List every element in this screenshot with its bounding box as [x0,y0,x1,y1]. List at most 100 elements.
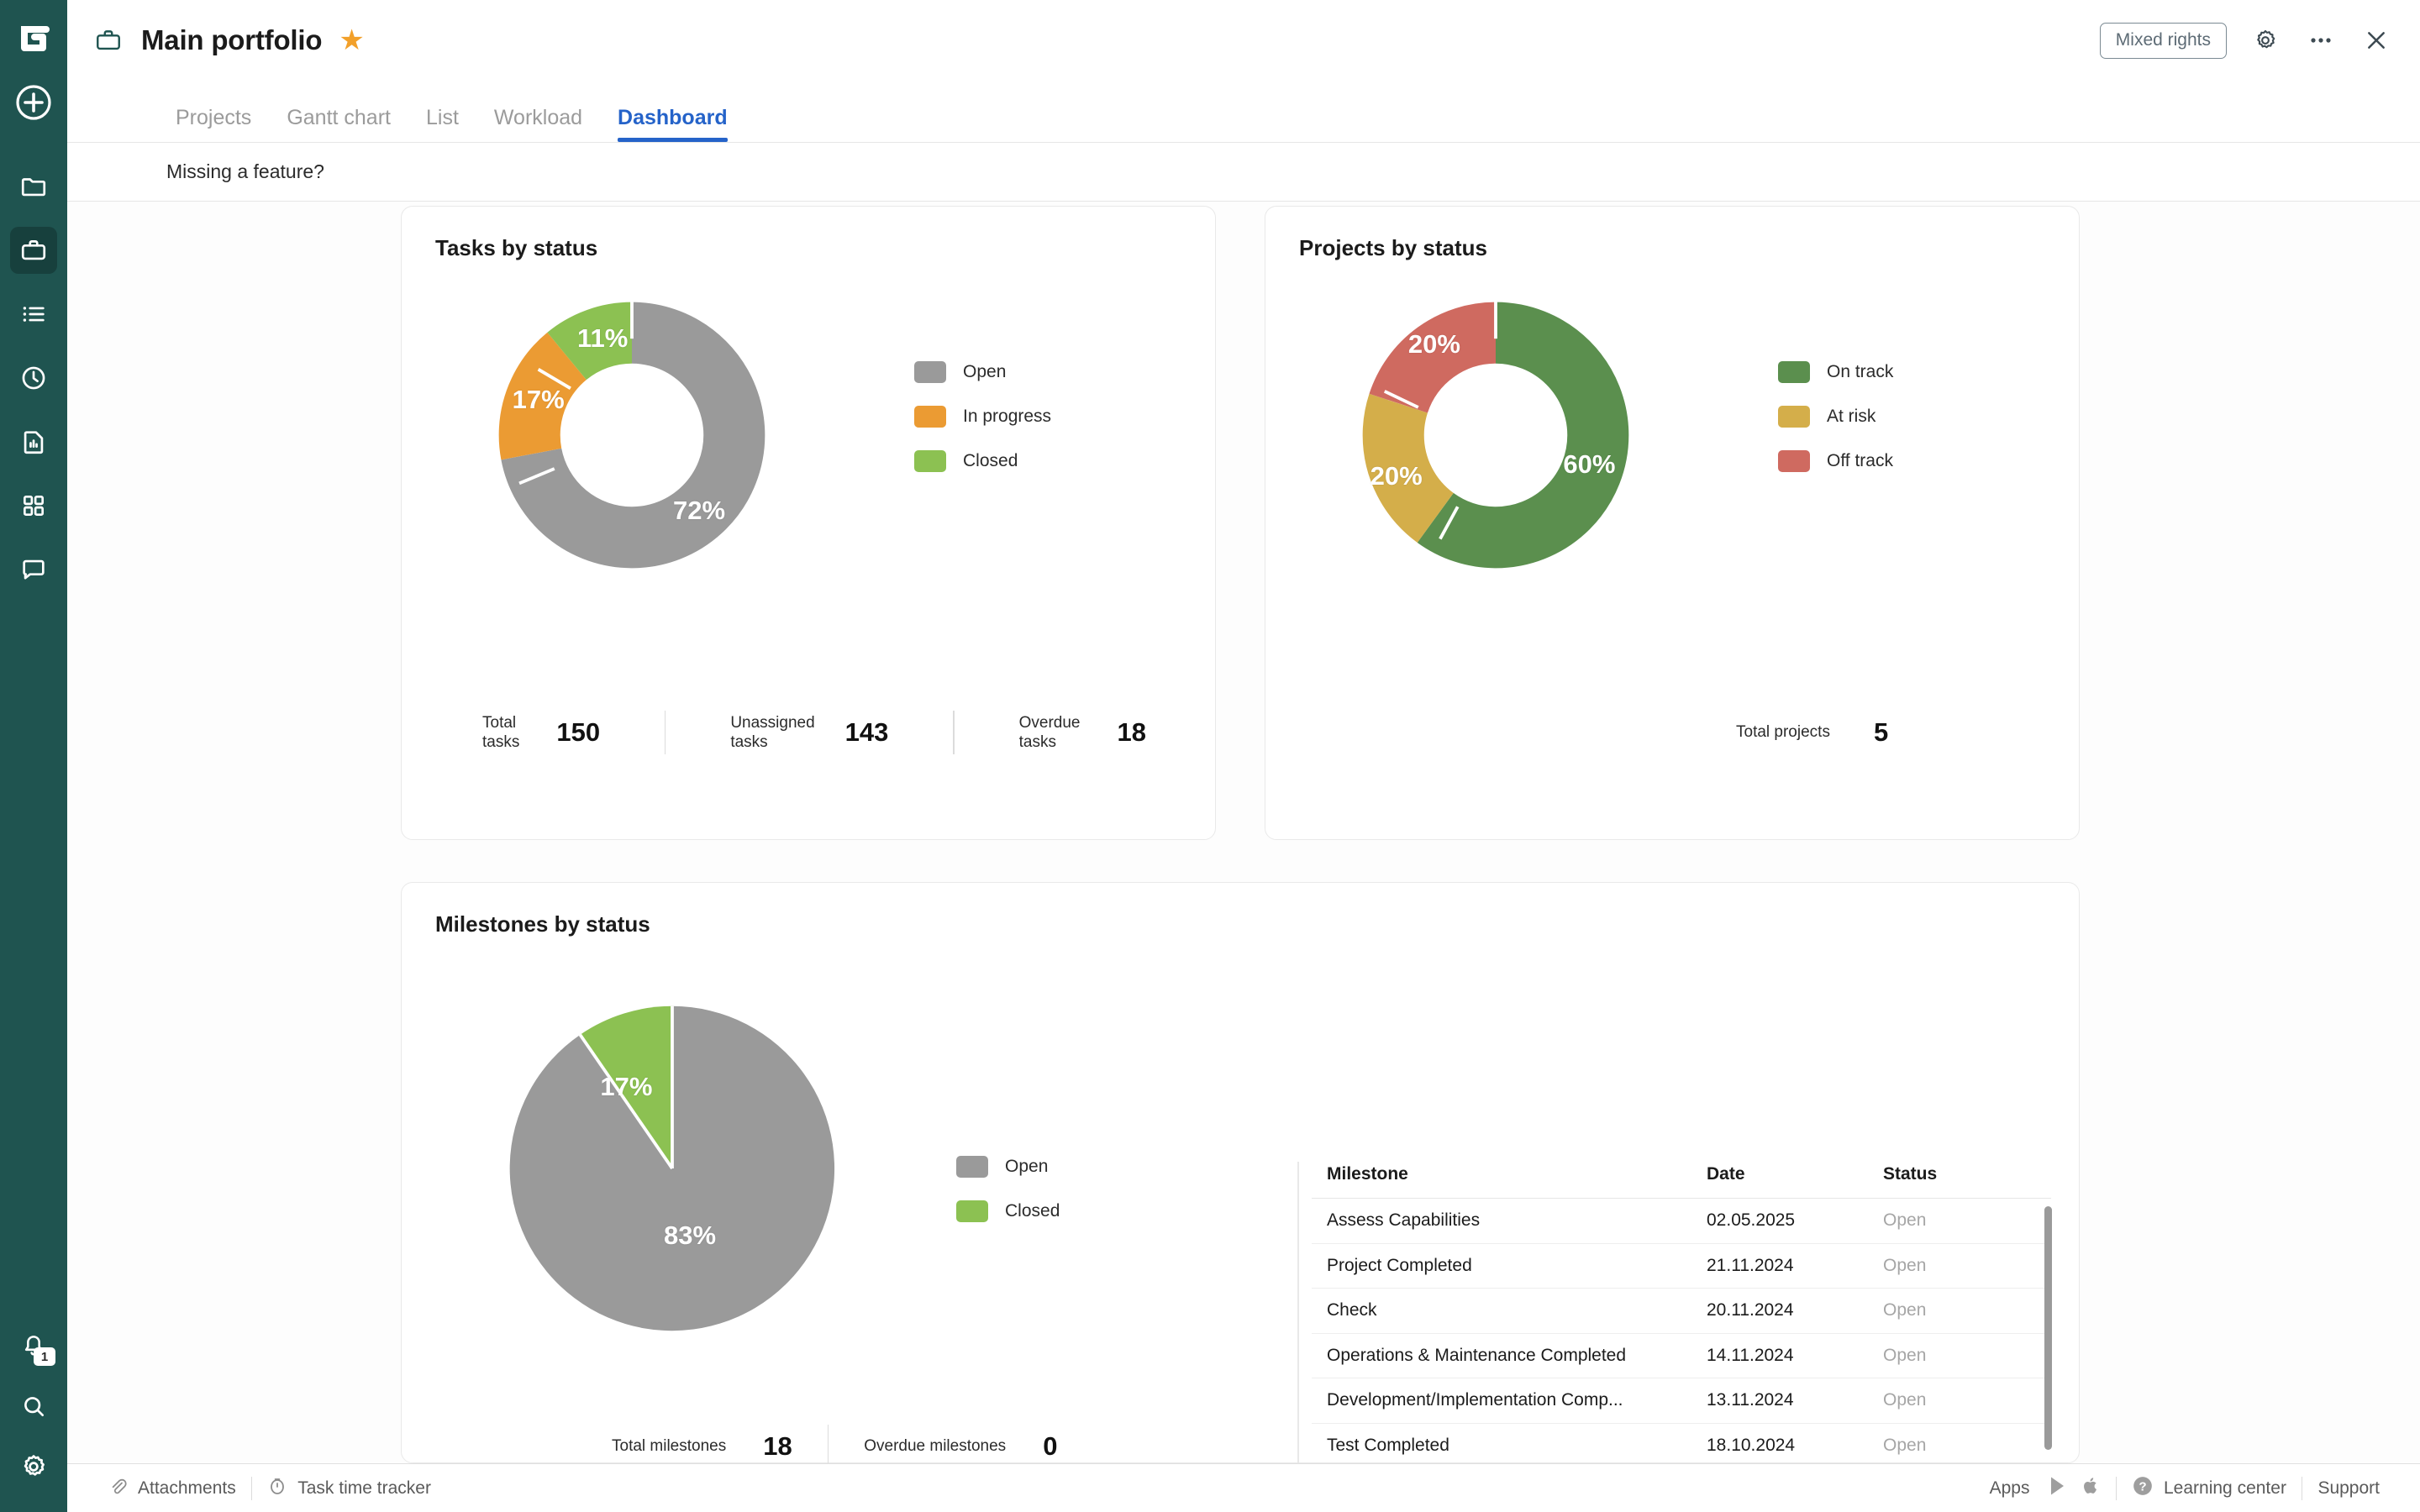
add-new-button[interactable] [12,81,55,124]
stat-overdue-milestones: Overdue milestones 0 [864,1431,1057,1462]
attachments-button[interactable]: Attachments [92,1476,251,1501]
google-play-icon[interactable] [2049,1476,2067,1501]
stat-value: 0 [1043,1431,1057,1462]
column-header-date: Date [1707,1164,1883,1184]
card-milestones-by-status: Milestones by status 83% 17% [401,882,2080,1463]
learning-center-button[interactable]: ? Learning center [2117,1475,2302,1502]
projects-donut-chart[interactable]: 60% 20% 20% [1349,289,1642,581]
more-options-icon[interactable] [2304,24,2338,57]
stat-value: 150 [556,717,600,748]
sidebar-item-time[interactable] [10,354,57,402]
legend-swatch [1778,450,1810,472]
sidebar-item-apps[interactable] [10,482,57,529]
legend-label: At risk [1827,407,1876,427]
column-header-status: Status [1883,1164,2051,1184]
tab-gantt-chart[interactable]: Gantt chart [269,106,408,142]
close-icon[interactable] [2360,24,2393,57]
card-tasks-by-status: Tasks by status [401,206,1216,840]
projects-legend: On track At risk Off track [1778,361,1893,472]
stat-label-line1: Unassigned [730,713,814,732]
tasks-donut-chart[interactable]: 72% 17% 11% [486,289,778,581]
legend-label: In progress [963,407,1051,427]
missing-feature-link[interactable]: Missing a feature? [166,160,324,183]
legend-swatch [1778,361,1810,383]
legend-item[interactable]: On track [1778,361,1893,383]
table-row[interactable]: Check20.11.2024Open [1312,1289,2051,1334]
table-row[interactable]: Operations & Maintenance Completed14.11.… [1312,1334,2051,1379]
task-time-tracker-button[interactable]: Task time tracker [252,1476,446,1501]
stopwatch-icon [267,1476,287,1501]
sidebar-item-chat[interactable] [10,546,57,593]
tab-list[interactable]: List [408,106,476,142]
milestones-stats: Total milestones 18 Overdue milestones 0 [612,1425,1057,1468]
legend-swatch [914,361,946,383]
help-icon: ? [2132,1475,2154,1502]
card-projects-by-status: Projects by status [1265,206,2080,840]
legend-swatch [956,1200,988,1222]
sidebar-item-search[interactable] [10,1383,57,1430]
table-row[interactable]: Development/Implementation Comp...13.11.… [1312,1378,2051,1424]
table-row[interactable]: Assess Capabilities02.05.2025Open [1312,1199,2051,1244]
sidebar-item-reports[interactable] [10,418,57,465]
legend-label: On track [1827,362,1893,382]
tab-dashboard[interactable]: Dashboard [600,106,745,142]
cell-date: 20.11.2024 [1707,1300,1883,1320]
legend-item[interactable]: At risk [1778,406,1893,428]
cell-status: Open [1883,1346,2051,1366]
legend-label: Closed [963,451,1018,471]
legend-item[interactable]: Closed [956,1200,1060,1222]
milestones-table: Milestone Date Status Assess Capabilitie… [1312,1164,2051,1512]
legend-label: Open [963,362,1006,382]
cell-date: 18.10.2024 [1707,1436,1883,1456]
mixed-rights-button[interactable]: Mixed rights [2100,23,2227,59]
legend-item[interactable]: Closed [914,450,1051,472]
stat-label-line1: Overdue [1019,713,1081,732]
table-row[interactable]: Test Completed18.10.2024Open [1312,1424,2051,1469]
cell-status: Open [1883,1300,2051,1320]
stat-total-tasks: Total tasks 150 [482,713,600,752]
app-logo[interactable] [10,15,57,62]
stat-value: 18 [1117,717,1145,748]
cell-status: Open [1883,1436,2051,1456]
projects-stats: Total projects 5 [1736,717,1888,748]
apple-icon[interactable] [2082,1476,2101,1501]
paperclip-icon [108,1476,128,1501]
sidebar-item-tasks[interactable] [10,291,57,338]
favorite-star-icon[interactable]: ★ [339,26,364,55]
tab-bar: Projects Gantt chart List Workload Dashb… [67,81,2420,143]
column-header-milestone: Milestone [1312,1164,1707,1184]
stat-overdue-tasks: Overdue tasks 18 [1019,713,1146,752]
legend-swatch [914,450,946,472]
support-button[interactable]: Support [2302,1478,2395,1499]
cell-date: 14.11.2024 [1707,1346,1883,1366]
table-row[interactable]: Project Completed21.11.2024Open [1312,1244,2051,1289]
sidebar-item-portfolios[interactable] [10,227,57,274]
table-scrollbar[interactable] [2044,1206,2052,1450]
stat-unassigned-tasks: Unassigned tasks 143 [730,713,888,752]
cell-milestone: Check [1312,1300,1707,1320]
svg-text:?: ? [2139,1479,2146,1494]
briefcase-icon [94,26,123,55]
legend-swatch [914,406,946,428]
cell-milestone: Assess Capabilities [1312,1210,1707,1231]
legend-item[interactable]: Off track [1778,450,1893,472]
cell-milestone: Development/Implementation Comp... [1312,1390,1707,1410]
gear-icon[interactable] [2249,24,2282,57]
sidebar-item-folders[interactable] [10,163,57,210]
legend-item[interactable]: In progress [914,406,1051,428]
milestones-pie-chart[interactable]: 83% 17% [496,992,849,1345]
main-area: Main portfolio ★ Mixed rights [67,0,2420,1512]
tab-projects[interactable]: Projects [158,106,269,142]
divider [665,711,666,754]
legend-item[interactable]: Open [914,361,1051,383]
legend-item[interactable]: Open [956,1156,1060,1178]
sidebar-item-notifications[interactable]: 1 [10,1322,57,1369]
legend-label: Closed [1005,1201,1060,1221]
cell-milestone: Project Completed [1312,1256,1707,1276]
apps-button[interactable]: Apps [1975,1476,2116,1501]
legend-swatch [1778,406,1810,428]
tab-workload[interactable]: Workload [476,106,600,142]
sidebar-item-settings[interactable] [10,1443,57,1490]
dashboard-canvas: Tasks by status [67,202,2420,1463]
card-title: Tasks by status [435,235,597,261]
